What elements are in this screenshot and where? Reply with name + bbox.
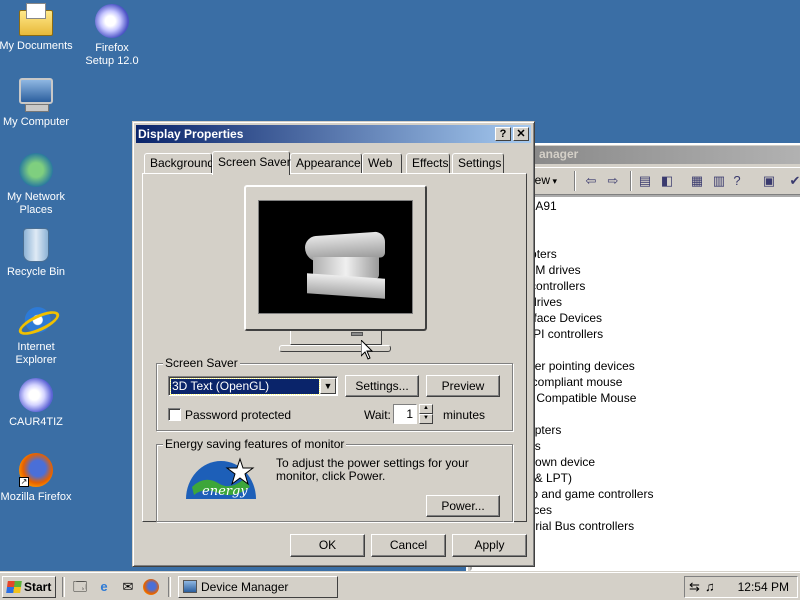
desktop-icon-my-computer[interactable]: My Computer [0,78,74,129]
tray-network-icon[interactable]: ⇆ [689,579,700,595]
export-list-icon[interactable]: ▥ [710,172,728,190]
cancel-button[interactable]: Cancel [371,534,446,557]
power-button[interactable]: Power... [426,495,500,517]
desktop-icon-recycle-bin[interactable]: Recycle Bin [0,228,74,279]
desktop-icon-internet-explorer[interactable]: Internet Explorer [0,303,74,367]
energy-logo-text: energy [202,484,248,499]
taskbar: Start 🗔 e ✉ Device Manager ⇆ ♫ 12:54 PM [0,572,800,600]
desktop-icon-label: My Network Places [6,191,66,216]
desktop-icon-label: Firefox Setup 12.0 [85,42,139,67]
help-icon[interactable]: ? [728,172,746,190]
device-manager-icon [183,580,197,593]
desktop-icon-label: Internet Explorer [15,341,57,366]
firefox-icon: ↗ [19,453,53,487]
internet-explorer-quicklaunch-icon[interactable]: e [96,579,112,595]
tab-background[interactable]: Background [144,153,214,173]
desktop-icon-label: Recycle Bin [6,266,66,278]
internet-explorer-icon [19,303,53,337]
shortcut-arrow-icon: ↗ [19,477,29,487]
clock[interactable]: 12:54 PM [738,580,789,594]
scan-hardware-icon[interactable]: ▣ [760,172,778,190]
desktop-icon-mozilla-firefox[interactable]: ↗ Mozilla Firefox [0,453,74,504]
taskbar-separator [62,577,65,597]
preview-screen [258,200,413,314]
energy-description: To adjust the power settings for your mo… [276,456,469,483]
energy-star-logo-icon: energy [186,457,256,499]
monitor-led [351,332,363,336]
minutes-label: minutes [443,408,486,422]
toolbar-separator [630,171,632,191]
tab-appearance[interactable]: Appearance [290,153,362,173]
network-places-icon [19,153,53,187]
display-properties-dialog[interactable]: Display Properties ? ✕ Background Screen… [132,121,535,567]
preview-button[interactable]: Preview [426,375,500,397]
wait-label: Wait: [364,408,391,422]
wait-minutes-input[interactable]: 1 [393,404,417,424]
start-label: Start [24,580,52,594]
start-button[interactable]: Start [2,576,56,598]
my-documents-icon [19,3,53,36]
screen-saver-group: Screen Saver 3D Text (OpenGL) ▼ Settings… [156,356,513,431]
ok-button[interactable]: OK [290,534,365,557]
desktop-icon-my-documents[interactable]: My Documents [0,3,74,53]
dialog-title: Display Properties [138,127,244,141]
taskbar-separator [168,577,171,597]
desktop-icon-caur4tiz[interactable]: CAUR4TIZ [0,378,74,429]
forward-arrow-icon[interactable]: ⇨ [604,172,622,190]
monitor-preview [244,185,427,331]
tab-settings[interactable]: Settings [452,153,504,173]
setup-disc-icon [95,4,129,38]
taskbar-device-manager-button[interactable]: Device Manager [178,576,338,598]
update-driver-icon[interactable]: ✔ [786,172,800,190]
screen-saver-selected-value: 3D Text (OpenGL) [170,378,320,395]
energy-group-label: Energy saving features of monitor [163,437,347,451]
folder-up-icon[interactable]: ▤ [636,172,654,190]
desktop-icon-network-places[interactable]: My Network Places [0,153,74,217]
desktop-icon-label: My Documents [0,40,73,52]
screen-saver-select[interactable]: 3D Text (OpenGL) ▼ [168,376,338,396]
apply-button[interactable]: Apply [452,534,527,557]
desktop-icon-firefox-setup[interactable]: Firefox Setup 12.0 [74,4,150,68]
tray-volume-icon[interactable]: ♫ [705,579,715,595]
taskbar-device-manager-label: Device Manager [201,580,289,594]
system-tray: ⇆ ♫ 12:54 PM [684,576,798,598]
toolbar-separator [574,171,576,191]
setup-disc-icon [19,378,53,412]
outlook-express-icon[interactable]: ✉ [120,579,136,595]
tab-screen-saver[interactable]: Screen Saver [212,151,291,175]
properties-icon[interactable]: ▦ [688,172,706,190]
password-protected-label: Password protected [185,408,292,422]
tab-web[interactable]: Web [362,153,402,173]
help-button[interactable]: ? [495,127,511,141]
my-computer-icon [19,78,53,112]
energy-saving-group: Energy saving features of monitor energy… [156,437,513,522]
desktop-icon-label: CAUR4TIZ [9,416,63,428]
screen-saver-panel: Screen Saver 3D Text (OpenGL) ▼ Settings… [142,173,527,522]
desktop-icon-label: Mozilla Firefox [0,491,72,503]
close-button[interactable]: ✕ [513,127,529,141]
desktop-icon-label: My Computer [2,116,70,128]
back-arrow-icon[interactable]: ⇦ [582,172,600,190]
settings-button[interactable]: Settings... [345,375,419,397]
monitor-base [279,345,391,352]
show-desktop-icon[interactable]: 🗔 [72,579,88,595]
windows-logo-icon [6,581,22,593]
spin-down-icon[interactable]: ▼ [419,414,433,424]
password-protected-checkbox[interactable] [168,408,181,421]
dialog-titlebar[interactable]: Display Properties ? ✕ [136,125,531,143]
view-menu[interactable]: iew [532,173,557,187]
firefox-quicklaunch-icon[interactable] [143,579,159,595]
wait-minutes-stepper[interactable]: ▲ ▼ [419,404,433,424]
tab-effects[interactable]: Effects [406,153,450,173]
screen-saver-group-label: Screen Saver [163,356,240,370]
show-hide-tree-icon[interactable]: ◧ [658,172,676,190]
preview-3d-object-base [307,273,385,299]
recycle-bin-icon [23,228,49,262]
device-manager-title: anager [539,147,579,161]
spin-up-icon[interactable]: ▲ [419,404,433,414]
mouse-cursor-icon [361,340,373,360]
chevron-down-icon[interactable]: ▼ [320,378,336,394]
